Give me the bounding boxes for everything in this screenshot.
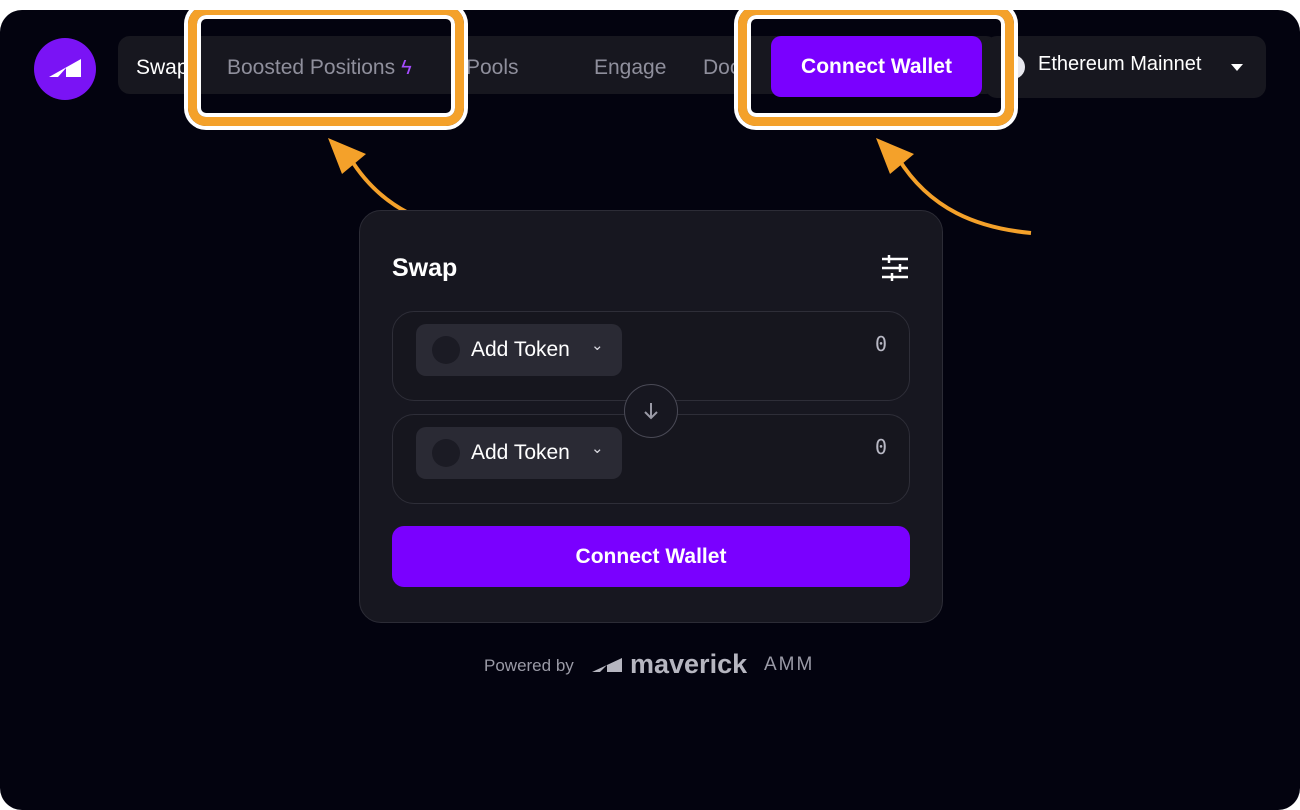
bolt-icon: ϟ [401,57,412,79]
nav-item-label: Boosted Positions [227,56,396,79]
nav-item-swap[interactable]: Swap [136,56,189,80]
nav-item-label: Swap [136,56,189,79]
nav-item-boosted-positions[interactable]: Boosted Positions ϟ [227,56,412,80]
add-token-button[interactable]: Add Token ⌄ [416,427,622,479]
network-selector[interactable]: Ethereum Mainnet [985,36,1266,98]
maverick-logo-icon[interactable] [34,38,96,100]
arrow-down-icon [644,403,658,420]
chevron-down-icon: ⌄ [591,337,604,354]
nav-item-pools[interactable]: Pools [466,56,519,80]
nav-item-docs[interactable]: Doc [703,56,740,80]
chevron-down-icon: ⌄ [591,440,604,457]
nav-item-label: Pools [466,56,519,79]
connect-wallet-button[interactable]: Connect Wallet [392,526,910,587]
swap-title: Swap [392,254,458,282]
powered-by-text: Powered by [484,656,574,675]
maverick-logo-icon [592,658,622,672]
ethereum-icon [1001,55,1025,79]
amount-input[interactable]: 0 [875,435,887,459]
brand-name: maverick [630,649,748,679]
connect-wallet-label: Connect Wallet [575,544,727,568]
token-placeholder-icon [432,439,460,467]
connect-wallet-header-button[interactable]: Connect Wallet [771,36,982,97]
nav-item-engage[interactable]: Engage [594,56,666,80]
app-window: Swap Boosted Positions ϟ Pools Engage Doc… [0,10,1300,810]
token-label: Add Token [471,338,570,361]
network-label: Ethereum Mainnet [1038,53,1202,75]
settings-sliders-icon[interactable] [881,255,909,286]
caret-down-icon [1231,64,1243,71]
nav-item-label: Engage [594,56,667,79]
add-token-button[interactable]: Add Token ⌄ [416,324,622,376]
token-placeholder-icon [432,336,460,364]
connect-wallet-label: Connect Wallet [801,54,952,78]
amm-text: AMM [764,654,815,675]
token-label: Add Token [471,441,570,464]
amount-input[interactable]: 0 [875,332,887,356]
swap-card: Swap Add Token ⌄ 0 Add Token ⌄ 0 Connect… [359,210,943,623]
swap-direction-button[interactable] [624,384,678,438]
nav-item-label: Doc [703,56,741,79]
